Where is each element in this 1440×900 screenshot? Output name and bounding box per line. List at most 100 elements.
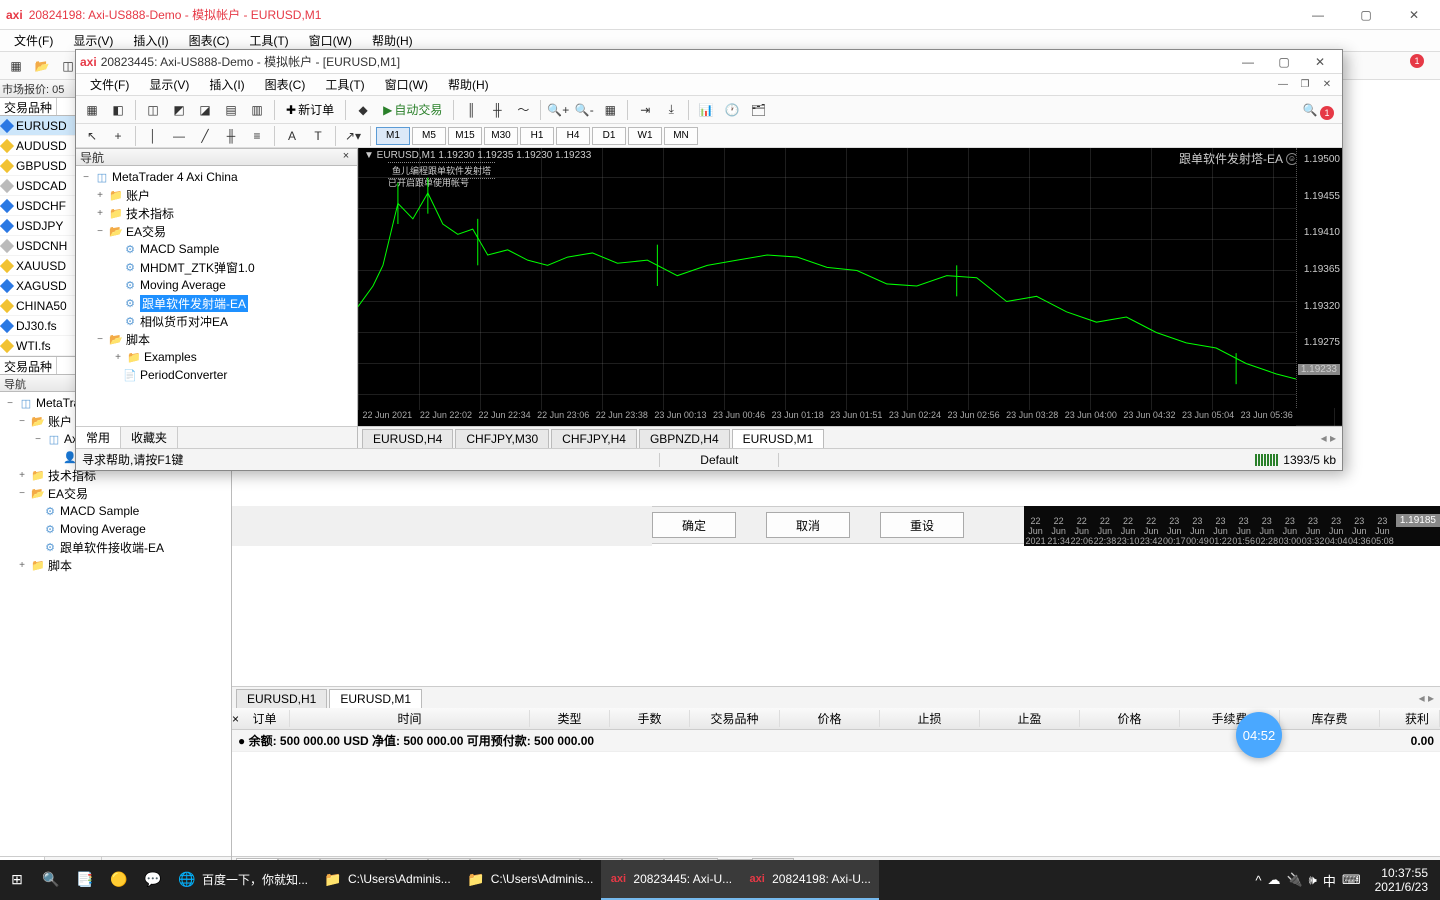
tile-icon[interactable]: ▦	[598, 98, 622, 122]
ea-item[interactable]: 相似货币对冲EA	[76, 312, 357, 330]
market-tab-symbols[interactable]: 交易品种	[0, 98, 57, 115]
nav-tab-common[interactable]: 常用	[76, 427, 121, 448]
tf-M30[interactable]: M30	[484, 127, 518, 145]
inner-minimize-button[interactable]: —	[1230, 51, 1266, 73]
reset-button[interactable]: 重设	[880, 512, 964, 538]
col-order[interactable]: 订单	[240, 710, 290, 727]
menu-window[interactable]: 窗口(W)	[299, 30, 362, 51]
ea-item[interactable]: MHDMT_ZTK弹窗1.0	[76, 258, 357, 276]
menu-help[interactable]: 帮助(H)	[362, 30, 423, 51]
nav-close-icon[interactable]: ×	[339, 150, 353, 164]
tray-icon[interactable]: ^	[1255, 873, 1261, 888]
search-icon[interactable]: 🔍	[1298, 98, 1322, 122]
shift-icon[interactable]: ⇥	[633, 98, 657, 122]
col-tp[interactable]: 止盈	[980, 710, 1080, 727]
notification-dot[interactable]: 1	[1410, 54, 1424, 68]
menu-view[interactable]: 显示(V)	[63, 30, 123, 51]
metaquotes-icon[interactable]: ◆	[351, 98, 375, 122]
zoom-in-icon[interactable]: 🔍+	[546, 98, 570, 122]
mdi-restore-button[interactable]: ❐	[1294, 76, 1316, 94]
maximize-button[interactable]: ▢	[1346, 1, 1386, 29]
tree-ea-item[interactable]: 跟单软件接收端-EA	[60, 539, 164, 556]
menu-tools[interactable]: 工具(T)	[239, 30, 298, 51]
open-icon[interactable]: 📂	[30, 54, 54, 78]
col-profit[interactable]: 获利	[1380, 710, 1440, 727]
menu-help[interactable]: 帮助(H)	[438, 74, 499, 95]
periods-icon[interactable]: 🕐	[720, 98, 744, 122]
tree-indicators[interactable]: 技术指标	[126, 205, 174, 222]
zoom-out-icon[interactable]: 🔍-	[572, 98, 596, 122]
script-item[interactable]: PeriodConverter	[140, 368, 227, 382]
col-time[interactable]: 时间	[290, 710, 530, 727]
menu-tools[interactable]: 工具(T)	[315, 74, 374, 95]
floating-timer[interactable]: 04:52	[1236, 712, 1282, 758]
tester-icon[interactable]: ▥	[245, 98, 269, 122]
tree-scripts[interactable]: 脚本	[126, 331, 150, 348]
taskbar-app[interactable]: 🌐百度一下，你就知...	[170, 860, 316, 900]
col-symbol[interactable]: 交易品种	[690, 710, 780, 727]
taskbar-app[interactable]: 📁C:\Users\Adminis...	[316, 860, 459, 900]
cancel-button[interactable]: 取消	[766, 512, 850, 538]
menu-chart[interactable]: 图表(C)	[179, 30, 240, 51]
inner-maximize-button[interactable]: ▢	[1266, 51, 1302, 73]
tf-M1[interactable]: M1	[376, 127, 410, 145]
tree-root[interactable]: MetaTrader 4 Axi China	[112, 170, 238, 184]
vline-icon[interactable]: │	[141, 124, 165, 148]
chart-tab[interactable]: CHFJPY,M30	[455, 429, 549, 448]
menu-view[interactable]: 显示(V)	[139, 74, 199, 95]
tree-accounts[interactable]: 账户	[48, 413, 72, 430]
tree-ea-item[interactable]: MACD Sample	[60, 504, 139, 518]
tf-H4[interactable]: H4	[556, 127, 590, 145]
chart-tab[interactable]: EURUSD,H4	[362, 429, 453, 448]
menu-chart[interactable]: 图表(C)	[255, 74, 316, 95]
col-price[interactable]: 价格	[780, 710, 880, 727]
new-icon[interactable]: ▦	[4, 54, 28, 78]
tf-D1[interactable]: D1	[592, 127, 626, 145]
crosshair-icon[interactable]: +	[106, 124, 130, 148]
autoscroll-icon[interactable]: ⤓	[659, 98, 683, 122]
taskbar-app[interactable]: axi20823445: Axi-U...	[601, 860, 740, 900]
ea-item[interactable]: Moving Average	[76, 276, 357, 294]
chart-canvas[interactable]: ▼ EURUSD,M1 1.19230 1.19235 1.19230 1.19…	[358, 148, 1342, 426]
fibo-icon[interactable]: ≡	[245, 124, 269, 148]
cursor-icon[interactable]: ↖	[80, 124, 104, 148]
tf-M15[interactable]: M15	[448, 127, 482, 145]
col-swap[interactable]: 库存费	[1280, 710, 1380, 727]
ok-button[interactable]: 确定	[652, 512, 736, 538]
chart-tab-active[interactable]: EURUSD,M1	[329, 689, 422, 708]
tray-icon[interactable]: 🔌	[1286, 872, 1302, 888]
tray-icon[interactable]: 中	[1323, 871, 1336, 890]
menu-file[interactable]: 文件(F)	[80, 74, 139, 95]
tree-ea[interactable]: EA交易	[126, 223, 166, 240]
col-sl[interactable]: 止损	[880, 710, 980, 727]
taskbar-app[interactable]: 🔍	[34, 860, 68, 900]
profiles-icon[interactable]: ◧	[106, 98, 130, 122]
data-window-icon[interactable]: ◩	[167, 98, 191, 122]
trendline-icon[interactable]: ╱	[193, 124, 217, 148]
tree-ea-item[interactable]: Moving Average	[60, 522, 146, 536]
arrows-icon[interactable]: ↗▾	[341, 124, 365, 148]
bar-chart-icon[interactable]: ║	[459, 98, 483, 122]
minimize-button[interactable]: —	[1298, 1, 1338, 29]
tray-icon[interactable]: 🕪	[1309, 872, 1317, 888]
ea-item[interactable]: 跟单软件发射端-EA	[76, 294, 357, 312]
chart-tab[interactable]: EURUSD,H1	[236, 689, 327, 708]
chart-tab[interactable]: GBPNZD,H4	[639, 429, 730, 448]
taskbar-app[interactable]: 📑	[68, 860, 102, 900]
tray-icons[interactable]: ^☁🔌🕪中⌨	[1255, 871, 1360, 890]
market-watch-icon[interactable]: ◫	[141, 98, 165, 122]
tray-icon[interactable]: ☁	[1267, 872, 1280, 888]
taskbar-app[interactable]: axi20824198: Axi-U...	[740, 860, 879, 900]
taskbar-app[interactable]: 🟡	[102, 860, 136, 900]
taskbar-app[interactable]: ⊞	[0, 860, 34, 900]
menu-file[interactable]: 文件(F)	[4, 30, 63, 51]
channel-icon[interactable]: ╫	[219, 124, 243, 148]
candle-chart-icon[interactable]: ╫	[485, 98, 509, 122]
hline-icon[interactable]: —	[167, 124, 191, 148]
tree-ea[interactable]: EA交易	[48, 485, 88, 502]
col-type[interactable]: 类型	[530, 710, 610, 727]
tf-MN[interactable]: MN	[664, 127, 698, 145]
chart-tab[interactable]: EURUSD,M1	[732, 429, 825, 448]
chart-tab-nav[interactable]: ◂ ▸	[1321, 431, 1342, 445]
script-item[interactable]: Examples	[144, 350, 197, 364]
